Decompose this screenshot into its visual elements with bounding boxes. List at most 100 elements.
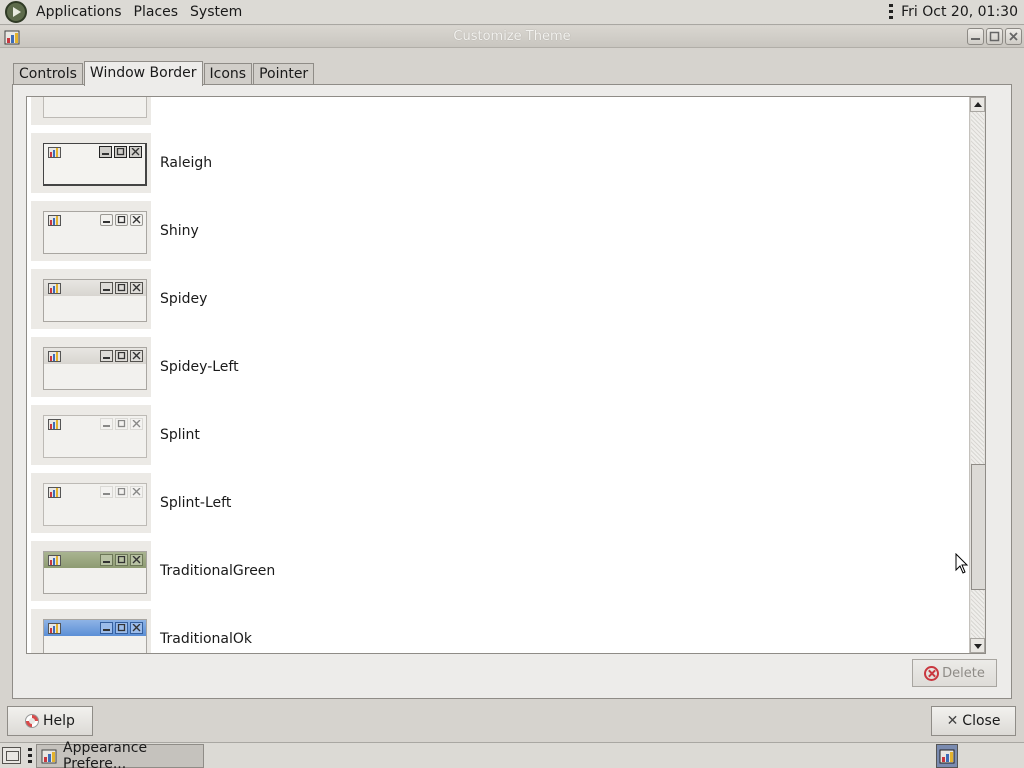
preview-close-icon (130, 214, 143, 226)
tab-controls[interactable]: Controls (13, 63, 83, 85)
preview-minimize-icon (100, 350, 113, 362)
theme-preview-titlebar (44, 552, 146, 568)
list-scrollbar[interactable] (969, 97, 985, 653)
theme-preview-background (31, 337, 151, 397)
maximize-icon (989, 31, 1000, 42)
theme-row[interactable] (27, 97, 982, 129)
theme-app-icon (48, 623, 61, 634)
theme-preview-titlebar (44, 212, 146, 228)
scroll-down-arrow-icon[interactable] (970, 638, 985, 653)
theme-row[interactable]: Splint (27, 401, 982, 469)
taskbar-handle-icon[interactable] (28, 748, 32, 764)
theme-preview-background (31, 405, 151, 465)
preview-close-icon (130, 554, 143, 566)
taskbar-window-label: Appearance Prefere... (63, 740, 148, 768)
theme-app-icon (48, 555, 61, 566)
theme-row[interactable]: TraditionalGreen (27, 537, 982, 605)
maximize-button[interactable] (986, 28, 1003, 45)
theme-preview-titlebar (44, 280, 146, 296)
theme-row[interactable]: Spidey (27, 265, 982, 333)
preview-maximize-icon (115, 282, 128, 294)
scroll-thumb[interactable] (971, 464, 985, 590)
tab-pointer[interactable]: Pointer (253, 63, 315, 85)
menu-system[interactable]: System (187, 4, 245, 20)
theme-name: Shiny (160, 223, 199, 239)
theme-tabs: Controls Window Border Icons Pointer (13, 61, 315, 86)
theme-preview-thumbnail (43, 279, 147, 322)
preview-minimize-icon (100, 214, 113, 226)
theme-preview-buttons (100, 350, 143, 362)
preview-minimize-icon (100, 554, 113, 566)
preview-maximize-icon (115, 486, 128, 498)
delete-button[interactable]: Delete (912, 659, 997, 687)
theme-preview-thumbnail (43, 619, 147, 653)
theme-row[interactable]: Splint-Left (27, 469, 982, 537)
theme-preview-buttons (100, 214, 143, 226)
taskbar-window-item[interactable]: Appearance Prefere... (36, 740, 204, 768)
theme-name: Raleigh (160, 155, 213, 171)
distro-logo-icon[interactable] (5, 1, 27, 23)
tab-icons[interactable]: Icons (203, 63, 253, 85)
help-lifebuoy-icon (25, 714, 40, 728)
theme-app-icon (48, 283, 61, 294)
panel-handle-icon[interactable] (889, 4, 894, 20)
theme-preview-thumbnail (43, 551, 147, 594)
theme-app-icon (48, 419, 61, 430)
appearance-task-icon (41, 749, 57, 764)
preview-minimize-icon (99, 146, 112, 158)
show-desktop-icon[interactable] (2, 747, 21, 764)
theme-preview-background (31, 541, 151, 601)
theme-preview-background (31, 97, 151, 125)
theme-app-icon (48, 215, 61, 226)
theme-name: Splint-Left (160, 495, 232, 511)
bottom-taskbar: Appearance Prefere... (0, 740, 1024, 768)
window-titlebar[interactable]: Customize Theme (0, 26, 1024, 48)
theme-row[interactable]: TraditionalOk (27, 605, 982, 653)
preview-maximize-icon (115, 622, 128, 634)
minimize-button[interactable] (967, 28, 984, 45)
theme-preview-thumbnail (43, 415, 147, 458)
theme-row[interactable]: Spidey-Left (27, 333, 982, 401)
menu-applications[interactable]: Applications (33, 4, 125, 20)
theme-preview-titlebar (44, 348, 146, 364)
theme-preview-titlebar (44, 484, 146, 500)
close-x-icon: ✕ (946, 713, 959, 729)
theme-preview-buttons (100, 554, 143, 566)
help-button[interactable]: Help (7, 706, 93, 736)
theme-row[interactable]: Raleigh (27, 129, 982, 197)
help-label: Help (43, 713, 75, 729)
close-button[interactable]: ✕ Close (931, 706, 1016, 736)
theme-row[interactable]: Shiny (27, 197, 982, 265)
preview-minimize-icon (100, 418, 113, 430)
preview-minimize-icon (100, 622, 113, 634)
window-border-theme-list[interactable]: Raleigh Shiny Spidey Spidey-Left Splint Splin… (26, 96, 986, 654)
theme-name: Spidey-Left (160, 359, 239, 375)
window-title: Customize Theme (453, 29, 571, 44)
theme-preview-buttons (99, 146, 142, 158)
close-window-button[interactable] (1005, 28, 1022, 45)
customize-theme-window: Customize Theme Controls Window Border I… (0, 26, 1024, 742)
theme-name: TraditionalOk (160, 631, 253, 647)
menu-places[interactable]: Places (131, 4, 182, 20)
theme-preview-buttons (100, 486, 143, 498)
minimize-icon (971, 38, 980, 40)
window-border-page: Raleigh Shiny Spidey Spidey-Left Splint Splin… (12, 84, 1012, 699)
preview-maximize-icon (115, 350, 128, 362)
mouse-pointer-icon (955, 553, 969, 574)
theme-preview-buttons (100, 282, 143, 294)
top-panel: Applications Places System Fri Oct 20, 0… (0, 0, 1024, 25)
theme-preview-buttons (100, 418, 143, 430)
preview-close-icon (129, 146, 142, 158)
clock[interactable]: Fri Oct 20, 01:30 (901, 4, 1018, 20)
scroll-trough[interactable] (971, 112, 985, 638)
theme-preview-thumbnail (43, 211, 147, 254)
theme-preview-titlebar (44, 144, 145, 160)
tab-window-border[interactable]: Window Border (83, 61, 203, 86)
scroll-up-arrow-icon[interactable] (970, 97, 985, 112)
close-icon (1009, 32, 1018, 41)
close-label: Close (962, 713, 1001, 729)
workspace-switcher-icon[interactable] (936, 744, 958, 768)
theme-preview-background (31, 133, 151, 193)
theme-preview-background (31, 473, 151, 533)
preview-maximize-icon (114, 146, 127, 158)
